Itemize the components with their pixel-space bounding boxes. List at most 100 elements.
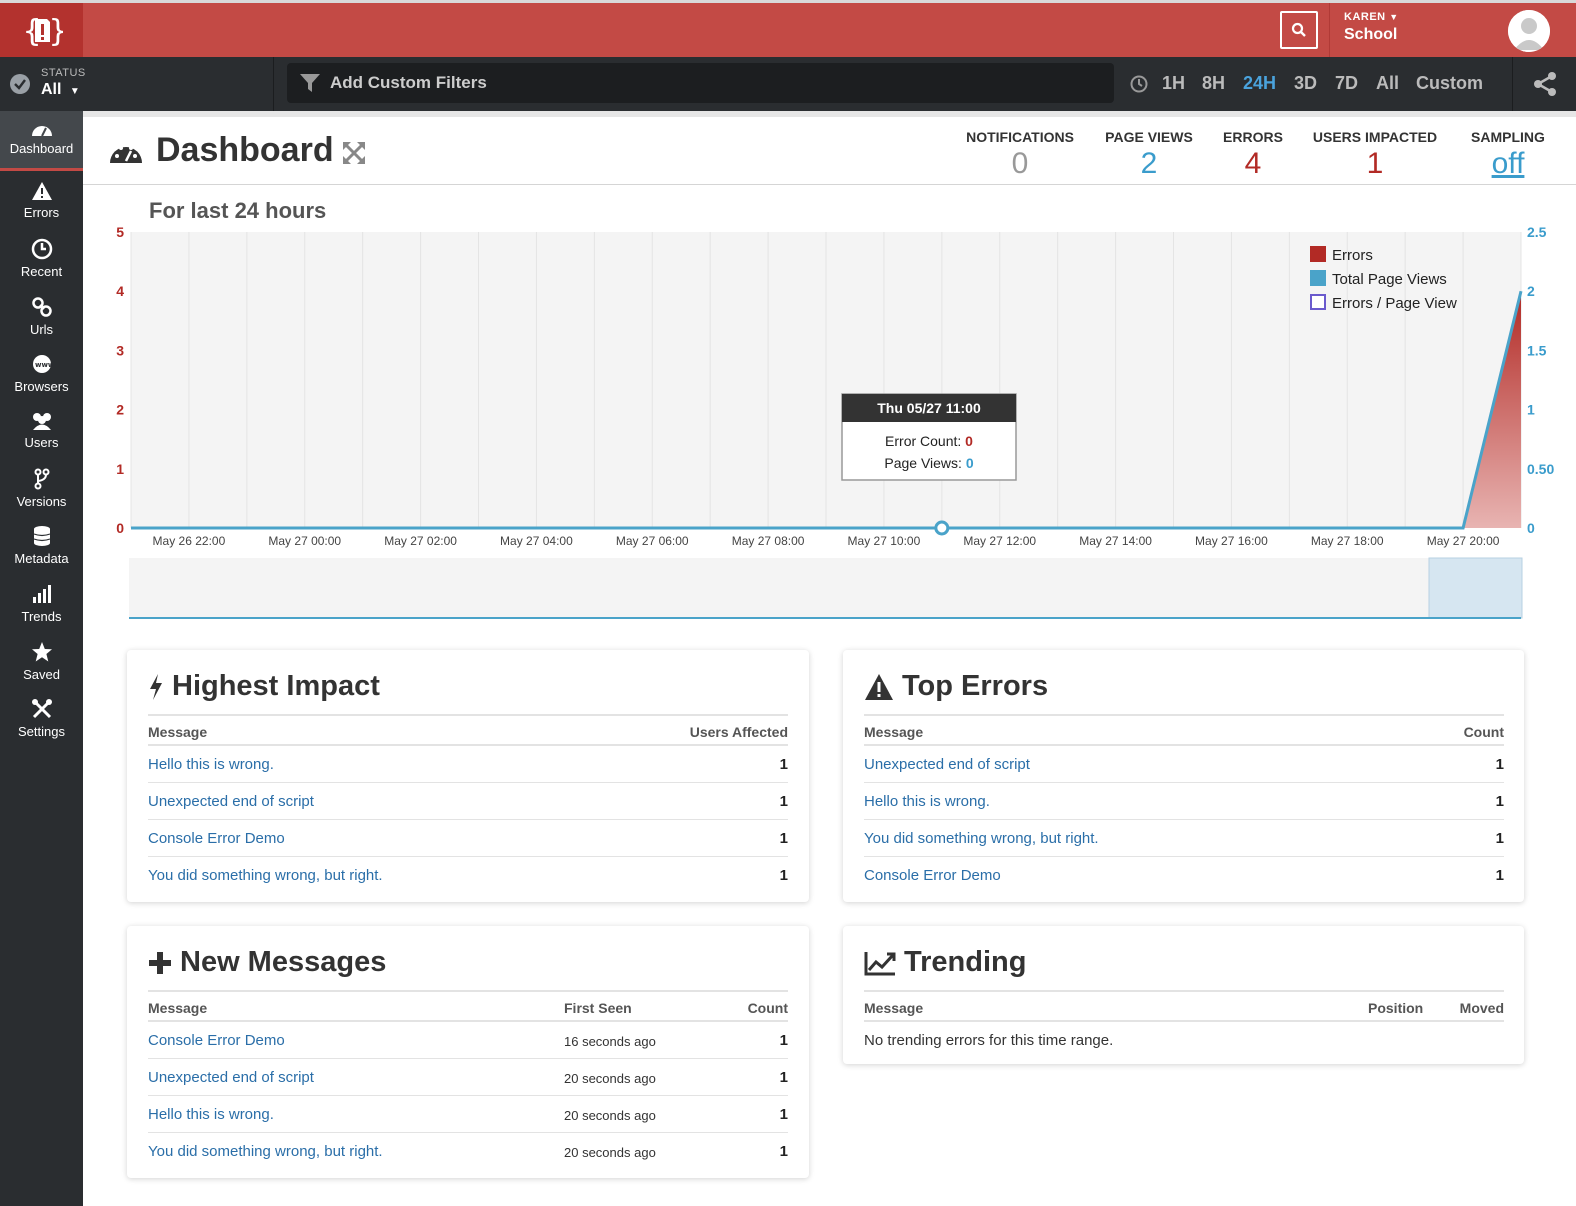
expand-icon[interactable] <box>341 140 367 166</box>
users-icon <box>32 413 51 430</box>
svg-text:www: www <box>35 361 53 369</box>
sidebar-item-users[interactable]: Users <box>0 411 83 450</box>
error-message-link[interactable]: Hello this is wrong. <box>864 793 990 810</box>
error-message-link[interactable]: You did something wrong, but right. <box>148 867 383 884</box>
search-icon <box>1291 22 1306 37</box>
y-right-tick-label: 2 <box>1527 283 1535 299</box>
error-message-link[interactable]: Unexpected end of script <box>148 1069 314 1086</box>
y-left-tick-label: 1 <box>116 461 124 477</box>
errors-chart[interactable]: 0 1 2 3 4 5 0 0.50 1 1.5 2 2.5 May 26 22:00 May 27 00… <box>100 220 1560 625</box>
error-message-link[interactable]: Console Error Demo <box>148 1032 285 1049</box>
hover-point <box>934 520 950 536</box>
error-message-link[interactable]: Console Error Demo <box>148 830 285 847</box>
legend-label: Total Page Views <box>1332 271 1447 288</box>
error-message-link[interactable]: Hello this is wrong. <box>148 1106 274 1123</box>
x-tick-label: May 27 06:00 <box>616 534 689 548</box>
link-icon <box>31 297 52 317</box>
avatar[interactable] <box>1508 10 1550 52</box>
filter-bar: STATUS All ▼ Add Custom Filters 1H 8H 24… <box>0 57 1576 111</box>
stat-users-impacted[interactable]: USERS IMPACTED 1 <box>1306 129 1444 181</box>
user-org: School <box>1344 26 1398 43</box>
app-logo[interactable]: { } <box>0 3 83 57</box>
panel-trending: Trending Message Position Moved No trend… <box>843 926 1524 1064</box>
error-message-link[interactable]: You did something wrong, but right. <box>864 830 1099 847</box>
y-left-tick-label: 2 <box>116 402 124 418</box>
count-value: 1 <box>1495 793 1504 810</box>
table-row: Unexpected end of script 1 <box>148 783 788 820</box>
range-custom[interactable]: Custom <box>1416 73 1483 94</box>
top-errors-table: Message Count Unexpected end of script 1 H… <box>864 714 1504 894</box>
error-message-link[interactable]: Unexpected end of script <box>148 793 314 810</box>
stat-errors[interactable]: ERRORS 4 <box>1213 129 1293 181</box>
panel-new-messages: New Messages Message First Seen Count Co… <box>127 926 809 1178</box>
column-header: Message <box>148 724 208 740</box>
stat-label: NOTIFICATIONS <box>966 129 1074 145</box>
range-7d[interactable]: 7D <box>1335 73 1358 94</box>
error-message-link[interactable]: Console Error Demo <box>864 867 1001 884</box>
range-3d[interactable]: 3D <box>1294 73 1317 94</box>
sampling-toggle-link[interactable]: off <box>1461 147 1555 181</box>
sidebar-item-dashboard[interactable]: Dashboard <box>0 111 83 171</box>
column-header: Moved <box>1459 1000 1504 1016</box>
count-value: 1 <box>779 867 788 884</box>
table-row: You did something wrong, but right. 1 <box>148 857 788 894</box>
column-header: Message <box>864 1000 924 1016</box>
new-messages-table: Message First Seen Count Console Error D… <box>148 990 788 1170</box>
column-header: Count <box>1463 724 1504 740</box>
stat-value: 2 <box>1140 147 1158 180</box>
sidebar-item-trends[interactable]: Trends <box>0 583 83 624</box>
x-tick-label: May 27 16:00 <box>1195 534 1268 548</box>
x-tick-label: May 26 22:00 <box>153 534 226 548</box>
column-header: First Seen <box>564 1000 632 1016</box>
sidebar-item-recent[interactable]: Recent <box>0 238 83 279</box>
table-row: Console Error Demo 1 <box>148 820 788 857</box>
sidebar-item-browsers[interactable]: www Browsers <box>0 353 83 394</box>
branch-icon <box>34 468 49 490</box>
error-message-link[interactable]: Hello this is wrong. <box>148 756 274 773</box>
tooltip-title: Thu 05/27 11:00 <box>877 400 981 416</box>
sidebar-item-saved[interactable]: Saved <box>0 641 83 682</box>
status-label: STATUS <box>41 67 86 79</box>
search-button[interactable] <box>1280 11 1318 49</box>
svg-text:}: } <box>49 14 63 49</box>
sidebar-item-settings[interactable]: Settings <box>0 698 83 739</box>
stat-value: 4 <box>1244 147 1262 180</box>
sidebar-item-versions[interactable]: Versions <box>0 468 83 509</box>
range-1h[interactable]: 1H <box>1162 73 1185 94</box>
plus-icon <box>148 951 172 975</box>
custom-filter-input[interactable]: Add Custom Filters <box>287 63 1114 103</box>
legend-label: Errors / Page View <box>1332 295 1457 312</box>
stat-value: 0 <box>1011 147 1029 180</box>
user-menu[interactable]: KAREN ▼ School <box>1344 11 1399 44</box>
share-button[interactable] <box>1512 57 1576 111</box>
navigator-selection <box>1428 557 1523 619</box>
table-header: Message Count <box>864 716 1504 746</box>
stat-notifications[interactable]: NOTIFICATIONS 0 <box>955 129 1085 181</box>
sidebar-item-urls[interactable]: Urls <box>0 296 83 337</box>
range-24h[interactable]: 24H <box>1243 73 1276 94</box>
first-seen: 16 seconds ago <box>564 1034 656 1049</box>
sidebar-item-errors[interactable]: Errors <box>0 181 83 220</box>
divider <box>1329 3 1330 57</box>
sidebar-item-label: Saved <box>23 667 60 682</box>
table-row: Hello this is wrong. 1 <box>864 783 1504 820</box>
status-dropdown[interactable]: STATUS All ▼ <box>0 57 274 111</box>
navigator-background <box>129 558 1522 618</box>
count-value: 1 <box>1495 867 1504 884</box>
legend-swatch <box>1310 294 1326 310</box>
clock-icon <box>31 238 52 260</box>
tools-icon <box>31 699 52 719</box>
y-right-tick-label: 2.5 <box>1527 224 1547 240</box>
x-tick-label: May 27 14:00 <box>1079 534 1152 548</box>
stat-page-views[interactable]: PAGE VIEWS 2 <box>1094 129 1204 181</box>
y-left-tick-label: 5 <box>116 224 124 240</box>
error-message-link[interactable]: You did something wrong, but right. <box>148 1143 383 1160</box>
sidebar-item-metadata[interactable]: Metadata <box>0 525 83 566</box>
range-8h[interactable]: 8H <box>1202 73 1225 94</box>
page-header: Dashboard NOTIFICATIONS 0 PAGE VIEWS 2 E… <box>83 111 1576 185</box>
error-message-link[interactable]: Unexpected end of script <box>864 756 1030 773</box>
count-value: 1 <box>779 756 788 773</box>
stat-sampling[interactable]: SAMPLING off <box>1461 129 1555 181</box>
range-all[interactable]: All <box>1376 73 1399 94</box>
column-header: Users Affected <box>689 724 788 740</box>
